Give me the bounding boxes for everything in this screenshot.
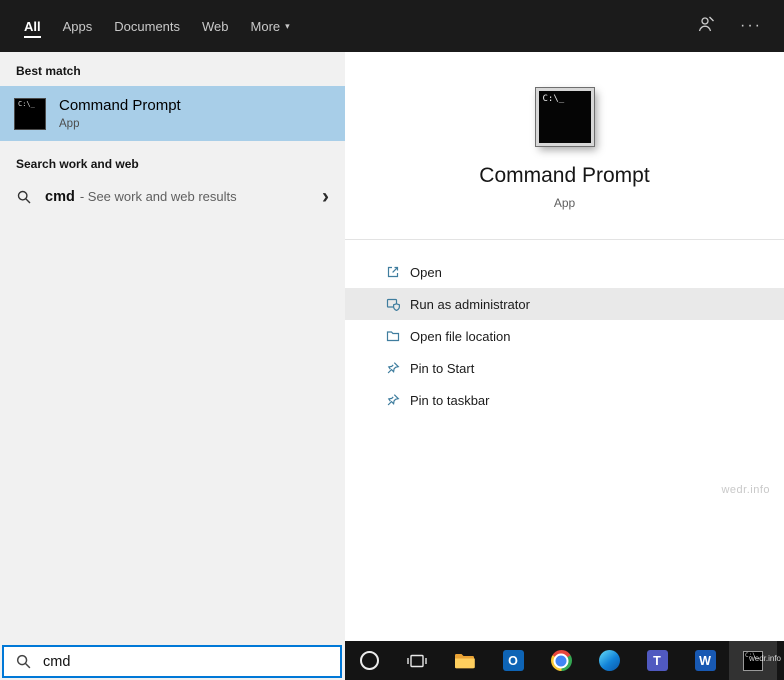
- file-explorer-button[interactable]: [441, 641, 489, 680]
- action-pin-to-start[interactable]: Pin to Start: [345, 352, 784, 384]
- web-suggestion[interactable]: cmd - See work and web results ›: [0, 179, 345, 216]
- user-icon[interactable]: [696, 14, 716, 39]
- edge-button[interactable]: [585, 641, 633, 680]
- app-subtitle: App: [553, 196, 576, 210]
- tab-web-label: Web: [202, 18, 229, 34]
- word-icon: W: [694, 650, 716, 671]
- cortana-icon: [359, 651, 379, 670]
- tab-apps[interactable]: Apps: [52, 0, 104, 52]
- outlook-button[interactable]: O: [489, 641, 537, 680]
- action-label: Open: [410, 264, 442, 280]
- best-match-result[interactable]: C:\_ Command Prompt App: [0, 86, 345, 141]
- teams-button[interactable]: T: [633, 641, 681, 680]
- watermark: wedr.info: [721, 484, 770, 496]
- command-prompt-icon-large: C:\_: [534, 87, 595, 147]
- results-panel: Best match C:\_ Command Prompt App Searc…: [0, 52, 345, 680]
- best-match-text: Command Prompt App: [59, 97, 181, 130]
- app-hero: C:\_ Command Prompt App: [345, 52, 784, 210]
- action-pin-to-taskbar[interactable]: Pin to taskbar: [345, 384, 784, 416]
- search-input[interactable]: [43, 653, 329, 670]
- pin-icon: [387, 394, 400, 406]
- tab-all-label: All: [24, 18, 41, 34]
- watermark: wedr.info: [748, 654, 781, 663]
- search-icon: [16, 654, 31, 669]
- pin-icon: [387, 362, 400, 374]
- suggestion-text: cmd - See work and web results: [45, 189, 237, 205]
- task-view-button[interactable]: [393, 641, 441, 680]
- tab-all[interactable]: All: [13, 0, 52, 52]
- action-open-file-location[interactable]: Open file location: [345, 320, 784, 352]
- tab-documents[interactable]: Documents: [103, 0, 191, 52]
- cortana-button[interactable]: [345, 641, 393, 680]
- result-subtitle: App: [59, 118, 80, 130]
- section-label-web: Search work and web: [16, 157, 139, 171]
- chevron-down-icon: ▾: [285, 20, 290, 31]
- open-icon: [387, 266, 399, 278]
- action-list: Open Run as administrator Open file loca…: [345, 239, 784, 416]
- action-run-as-admin[interactable]: Run as administrator: [345, 288, 784, 320]
- action-open[interactable]: Open: [345, 256, 784, 288]
- file-location-icon: [386, 331, 400, 342]
- windows-search-flyout: All Apps Documents Web More ▾ ··· Best m…: [0, 0, 784, 680]
- chevron-right-icon: ›: [322, 185, 329, 208]
- result-title: Command Prompt: [59, 97, 181, 114]
- word-button[interactable]: W: [681, 641, 729, 680]
- taskbar: O T W C:\_ wedr.info: [345, 641, 784, 680]
- chrome-icon: [550, 650, 572, 671]
- file-explorer-icon: [455, 653, 475, 668]
- action-label: Pin to taskbar: [410, 392, 490, 408]
- tab-documents-label: Documents: [114, 18, 181, 34]
- search-icon: [17, 191, 31, 204]
- admin-shield-icon: [386, 298, 400, 312]
- chrome-button[interactable]: [537, 641, 585, 680]
- command-prompt-icon: C:\_: [14, 97, 46, 130]
- tab-more-label: More: [250, 18, 281, 34]
- action-label: Open file location: [410, 328, 511, 344]
- action-label: Run as administrator: [410, 296, 530, 312]
- teams-icon: T: [646, 650, 668, 671]
- outlook-icon: O: [502, 650, 524, 671]
- section-label-best-match: Best match: [16, 64, 81, 78]
- action-label: Pin to Start: [410, 360, 475, 376]
- preview-panel: C:\_ Command Prompt App Open Run as admi…: [345, 52, 784, 641]
- search-tabs: All Apps Documents Web More ▾: [0, 0, 301, 52]
- tab-more[interactable]: More ▾: [240, 0, 301, 52]
- edge-icon: [598, 650, 620, 671]
- tab-web[interactable]: Web: [191, 0, 240, 52]
- header-actions: ···: [696, 14, 784, 39]
- app-title: Command Prompt: [479, 164, 650, 187]
- ellipsis-icon[interactable]: ···: [740, 18, 762, 34]
- suggestion-suffix: - See work and web results: [79, 189, 237, 205]
- search-box: [2, 645, 342, 678]
- tab-apps-label: Apps: [62, 18, 93, 34]
- suggestion-query: cmd: [45, 189, 75, 206]
- task-view-icon: [407, 654, 427, 667]
- search-header: All Apps Documents Web More ▾ ···: [0, 0, 784, 52]
